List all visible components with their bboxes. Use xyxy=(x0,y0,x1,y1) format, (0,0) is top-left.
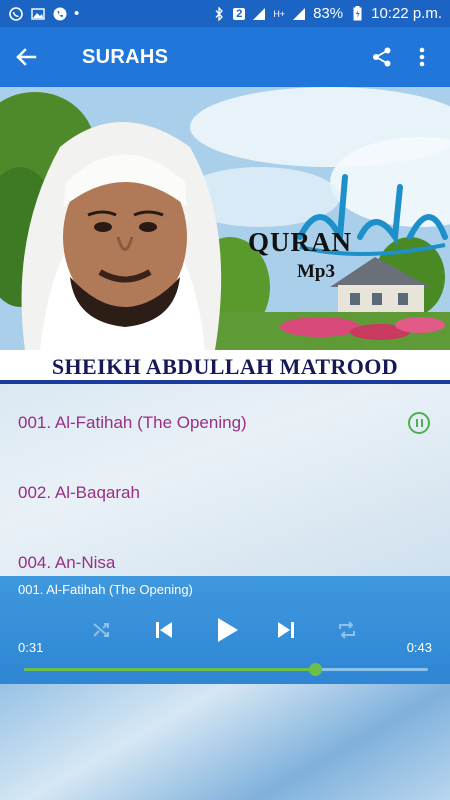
surah-item[interactable]: 001. Al-Fatihah (The Opening) xyxy=(0,388,450,458)
banner-title: QURAN xyxy=(248,227,352,257)
banner-artwork xyxy=(0,87,450,350)
more-vert-icon xyxy=(419,47,425,67)
banner-image: QURAN Mp3 SHEIKH ABDULLAH MATROOD xyxy=(0,87,450,384)
signal-icon xyxy=(251,7,267,21)
phone-icon xyxy=(52,7,68,21)
more-options-button[interactable] xyxy=(402,33,442,81)
status-bar: • 2 H+ 83% 10:22 p.m. xyxy=(0,0,450,27)
skip-previous-icon xyxy=(156,622,172,638)
sim-badge-label: 2 xyxy=(233,7,246,20)
page-title: SURAHS xyxy=(82,45,169,68)
play-button[interactable] xyxy=(208,612,244,648)
repeat-button[interactable] xyxy=(329,612,365,648)
now-playing-title: 001. Al-Fatihah (The Opening) xyxy=(18,582,193,597)
sim-badge: 2 xyxy=(233,7,246,21)
next-button[interactable] xyxy=(268,612,304,648)
reciter-name: SHEIKH ABDULLAH MATROOD xyxy=(51,354,399,379)
app-bar: SURAHS xyxy=(0,27,450,87)
play-icon xyxy=(218,618,238,642)
surah-item-label: 002. Al-Baqarah xyxy=(18,483,140,502)
previous-button[interactable] xyxy=(146,612,182,648)
arrow-left-icon xyxy=(16,48,37,66)
bluetooth-icon xyxy=(211,6,227,21)
battery-icon xyxy=(349,6,365,21)
signal-icon-2 xyxy=(291,7,307,21)
banner-subtitle: Mp3 xyxy=(297,261,335,282)
repeat-icon xyxy=(339,621,355,639)
battery-percent: 83% xyxy=(313,5,344,22)
notification-icons: • xyxy=(8,5,79,22)
banner-caption: SHEIKH ABDULLAH MATROOD xyxy=(0,350,450,384)
surah-item[interactable]: 004. An-Nisa xyxy=(0,528,450,576)
background-area xyxy=(0,684,450,800)
total-duration: 0:43 xyxy=(406,640,432,655)
shuffle-button[interactable] xyxy=(84,612,120,648)
surah-item-label: 001. Al-Fatihah (The Opening) xyxy=(18,413,247,432)
progress-slider[interactable] xyxy=(24,663,428,676)
share-button[interactable] xyxy=(362,33,402,81)
pause-icon-bar xyxy=(420,419,423,427)
elapsed-time: 0:31 xyxy=(18,640,44,655)
whatsapp-icon xyxy=(8,6,24,21)
media-player: 001. Al-Fatihah (The Opening) 0:31 0:43 xyxy=(0,576,450,684)
shuffle-icon xyxy=(93,623,109,637)
surah-list[interactable]: 001. Al-Fatihah (The Opening) 002. Al-Ba… xyxy=(0,384,450,576)
gallery-icon xyxy=(30,7,46,21)
surah-item[interactable]: 002. Al-Baqarah xyxy=(0,458,450,528)
clock: 10:22 p.m. xyxy=(371,5,442,22)
more-notifications-icon: • xyxy=(74,5,80,22)
progress-fill xyxy=(24,668,315,671)
pause-icon xyxy=(415,419,418,427)
share-icon xyxy=(373,47,391,67)
back-button[interactable] xyxy=(2,33,50,81)
network-type: H+ xyxy=(273,8,286,19)
surah-item-label: 004. An-Nisa xyxy=(18,553,116,572)
skip-next-icon xyxy=(278,622,294,638)
pause-button[interactable] xyxy=(408,412,430,434)
progress-thumb[interactable] xyxy=(308,663,322,676)
